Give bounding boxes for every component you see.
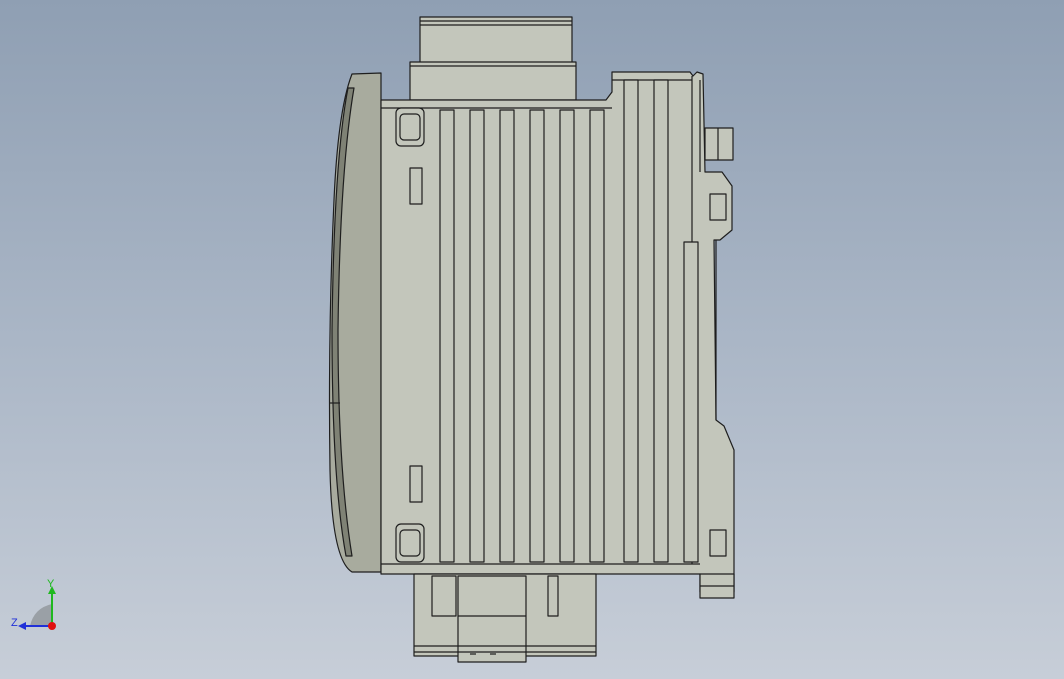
din-rail-foot xyxy=(699,573,735,599)
main-housing xyxy=(380,71,735,593)
triad-arc xyxy=(30,604,52,626)
z-axis-label: Z xyxy=(11,617,18,629)
x-axis-dot-icon xyxy=(48,622,56,630)
z-arrowhead-icon xyxy=(18,622,26,630)
cad-graphics-viewport[interactable]: Y Z xyxy=(0,0,1064,679)
device-side-view-model[interactable] xyxy=(0,0,1064,679)
right-tab xyxy=(704,127,734,161)
orientation-triad: Y Z xyxy=(11,578,56,630)
front-cover xyxy=(328,72,382,573)
cooling-ribs xyxy=(439,79,699,563)
top-connector xyxy=(409,16,577,101)
y-axis-label: Y xyxy=(47,578,55,590)
bottom-connector xyxy=(413,573,597,663)
